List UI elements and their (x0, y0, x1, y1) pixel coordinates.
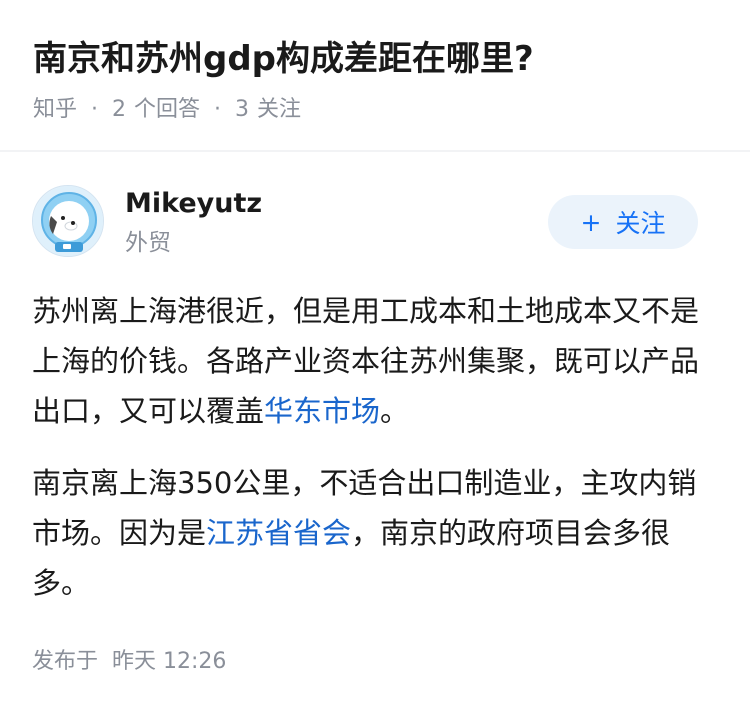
dog-astronaut-avatar-icon (33, 186, 103, 256)
follow-count: 3 (235, 97, 250, 122)
meta-separator: · (214, 97, 222, 122)
section-divider (0, 150, 750, 152)
topic-link[interactable]: 华东市场 (264, 394, 380, 428)
avatar[interactable] (32, 185, 104, 257)
publish-time: 发布于 昨天 12:26 (32, 646, 226, 678)
question-title[interactable]: 南京和苏州gdp构成差距在哪里? (33, 36, 534, 82)
answer-count: 2 (112, 97, 127, 122)
topic-link[interactable]: 江苏省省会 (206, 516, 351, 550)
plus-icon: + (580, 207, 602, 237)
answer-paragraph: 苏州离上海港很近，但是用工成本和土地成本又不是上海的价钱。各路产业资本往苏州集聚… (32, 286, 722, 436)
follow-button-label: 关注 (615, 209, 666, 238)
answer-content: 苏州离上海港很近，但是用工成本和土地成本又不是上海的价钱。各路产业资本往苏州集聚… (32, 286, 722, 630)
author-name[interactable]: Mikeyutz (125, 186, 262, 222)
publish-timestamp: 昨天 12:26 (112, 649, 227, 674)
publish-label: 发布于 (32, 649, 99, 674)
source-label[interactable]: 知乎 (33, 94, 77, 126)
answer-paragraph: 南京离上海350公里，不适合出口制造业，主攻内销市场。因为是江苏省省会，南京的政… (32, 458, 722, 608)
follow-button[interactable]: + 关注 (548, 195, 698, 249)
answer-text: 。 (380, 394, 410, 428)
follow-count-label: 关注 (257, 97, 302, 122)
answer-count-label[interactable]: 个回答 (134, 94, 200, 126)
question-meta: 知乎 · 2 个回答 · 3 关注 (33, 94, 301, 126)
author-bio: 外贸 (125, 230, 171, 256)
meta-separator: · (91, 97, 99, 122)
